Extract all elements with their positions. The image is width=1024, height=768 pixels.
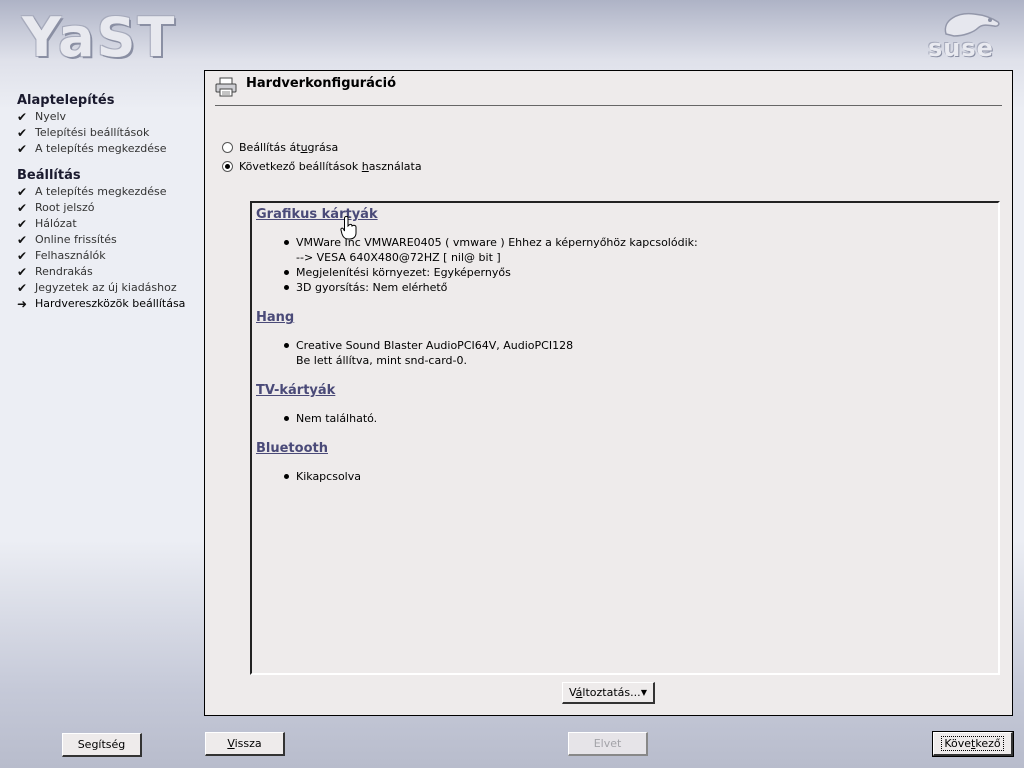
bluetooth-link[interactable]: Bluetooth (256, 441, 328, 456)
radio-label-accel: h (361, 160, 369, 173)
bluetooth-list: Kikapcsolva (282, 469, 361, 484)
step-item: ✔ Telepítési beállítások (0, 125, 200, 141)
button-label-part: ltoztatás... (582, 686, 641, 699)
step-group-title: Alaptelepítés (17, 93, 115, 108)
list-item-text: 3D gyorsítás: Nem elérhető (296, 281, 448, 294)
list-item: 3D gyorsítás: Nem elérhető (282, 280, 698, 295)
list-item: Nem található. (282, 411, 377, 426)
step-group-title: Beállítás (17, 168, 81, 183)
sound-link[interactable]: Hang (256, 310, 294, 325)
step-label: A telepítés megkezdése (35, 185, 167, 198)
list-item-text: Kikapcsolva (296, 470, 361, 483)
list-item: Creative Sound Blaster AudioPCI64V, Audi… (282, 338, 573, 368)
step-item: ✔ Felhasználók (0, 248, 200, 264)
step-item: ✔ Rendrakás (0, 264, 200, 280)
list-item-text: Be lett állítva, mint snd-card-0. (296, 354, 467, 367)
use-configuration-radio[interactable]: Következő beállítások használata (222, 159, 422, 175)
dropdown-arrow-icon: ▼ (640, 688, 647, 697)
graphics-cards-list: VMWare Inc VMWARE0405 ( vmware ) Ehhez a… (282, 235, 698, 295)
checkmark-icon: ✔ (17, 233, 28, 247)
graphics-cards-link[interactable]: Grafikus kártyák (256, 207, 378, 222)
checkmark-icon: ✔ (17, 185, 28, 199)
list-item-text: Megjelenítési környezet: Egyképernyős (296, 266, 511, 279)
radio-label-accel: u (300, 141, 308, 154)
step-item: ✔ Root jelszó (0, 200, 200, 216)
change-menu-button[interactable]: Változtatás... ▼ (562, 682, 655, 704)
list-item: Megjelenítési környezet: Egyképernyős (282, 265, 698, 280)
checkmark-icon: ✔ (17, 110, 28, 124)
checkmark-icon: ✔ (17, 217, 28, 231)
installation-steps-sidebar: Alaptelepítés ✔ Nyelv ✔ Telepítési beállít… (0, 92, 200, 312)
step-item: ✔ Nyelv (0, 109, 200, 125)
step-item: ✔ Online frissítés (0, 232, 200, 248)
radio-label-part: asználata (368, 160, 422, 173)
radio-label-part: Következő beállítások (239, 160, 362, 173)
step-label: Nyelv (35, 110, 67, 123)
checkmark-icon: ✔ (17, 126, 28, 140)
button-label: Elvet (593, 737, 622, 750)
tv-cards-link[interactable]: TV-kártyák (256, 383, 335, 398)
hand-cursor-icon (340, 216, 357, 240)
checkmark-icon: ✔ (17, 249, 28, 263)
checkmark-icon: ✔ (17, 265, 28, 279)
arrow-right-icon: ➜ (17, 297, 28, 311)
radio-button-checked-icon[interactable] (222, 161, 233, 172)
button-label-part: Köve (944, 737, 972, 750)
suse-logo: suse (924, 8, 1004, 66)
back-button[interactable]: Vissza (205, 732, 285, 756)
button-label-part: issza (234, 737, 262, 750)
button-label: Segítség (77, 738, 126, 751)
step-label: Jegyzetek az új kiadáshoz (35, 281, 177, 294)
help-button[interactable]: Segítség (62, 733, 142, 757)
list-item-text: Nem található. (296, 412, 378, 425)
checkmark-icon: ✔ (17, 201, 28, 215)
button-label-part: kező (975, 737, 1001, 750)
step-item: ✔ Jegyzetek az új kiadáshoz (0, 280, 200, 296)
skip-configuration-radio[interactable]: Beállítás átugrása (222, 140, 338, 156)
radio-label-part: grása (307, 141, 339, 154)
list-item: Kikapcsolva (282, 469, 361, 484)
step-label: Root jelszó (35, 201, 95, 214)
hardware-summary-view: Grafikus kártyák VMWare Inc VMWARE0405 (… (250, 201, 1000, 675)
checkmark-icon: ✔ (17, 142, 28, 156)
step-label: Hálózat (35, 217, 77, 230)
printer-icon (215, 77, 237, 97)
radio-button-icon[interactable] (222, 142, 233, 153)
page-title: Hardverkonfiguráció (246, 76, 397, 91)
radio-label-part: Beállítás át (239, 141, 301, 154)
abort-button[interactable]: Elvet (568, 732, 648, 756)
yast-logo: YaST (22, 6, 177, 69)
step-item: ✔ A telepítés megkezdése (0, 184, 200, 200)
step-label: Online frissítés (35, 233, 117, 246)
suse-wordmark: suse (928, 34, 994, 62)
list-item-text: --> VESA 640X480@72HZ [ nil@ bit ] (296, 251, 501, 264)
list-item-text: Creative Sound Blaster AudioPCI64V, Audi… (296, 339, 574, 352)
title-separator (215, 105, 1002, 106)
next-button[interactable]: Következő (932, 731, 1014, 757)
step-item: ✔ Hálózat (0, 216, 200, 232)
main-content-panel: Hardverkonfiguráció Beállítás átugrása K… (204, 70, 1013, 716)
tv-cards-list: Nem található. (282, 411, 377, 426)
sound-list: Creative Sound Blaster AudioPCI64V, Audi… (282, 338, 573, 368)
step-label: Felhasználók (35, 249, 106, 262)
step-label: A telepítés megkezdése (35, 142, 167, 155)
focus-ring: Következő (941, 736, 1004, 751)
step-item: ✔ A telepítés megkezdése (0, 141, 200, 157)
step-label: Telepítési beállítások (35, 126, 150, 139)
step-label: Rendrakás (35, 265, 93, 278)
step-item-current: ➜ Hardvereszközök beállítása (0, 296, 200, 312)
checkmark-icon: ✔ (17, 281, 28, 295)
button-label-part: V (569, 686, 576, 699)
step-label: Hardvereszközök beállítása (35, 297, 186, 310)
button-label-accel: V (227, 737, 235, 750)
